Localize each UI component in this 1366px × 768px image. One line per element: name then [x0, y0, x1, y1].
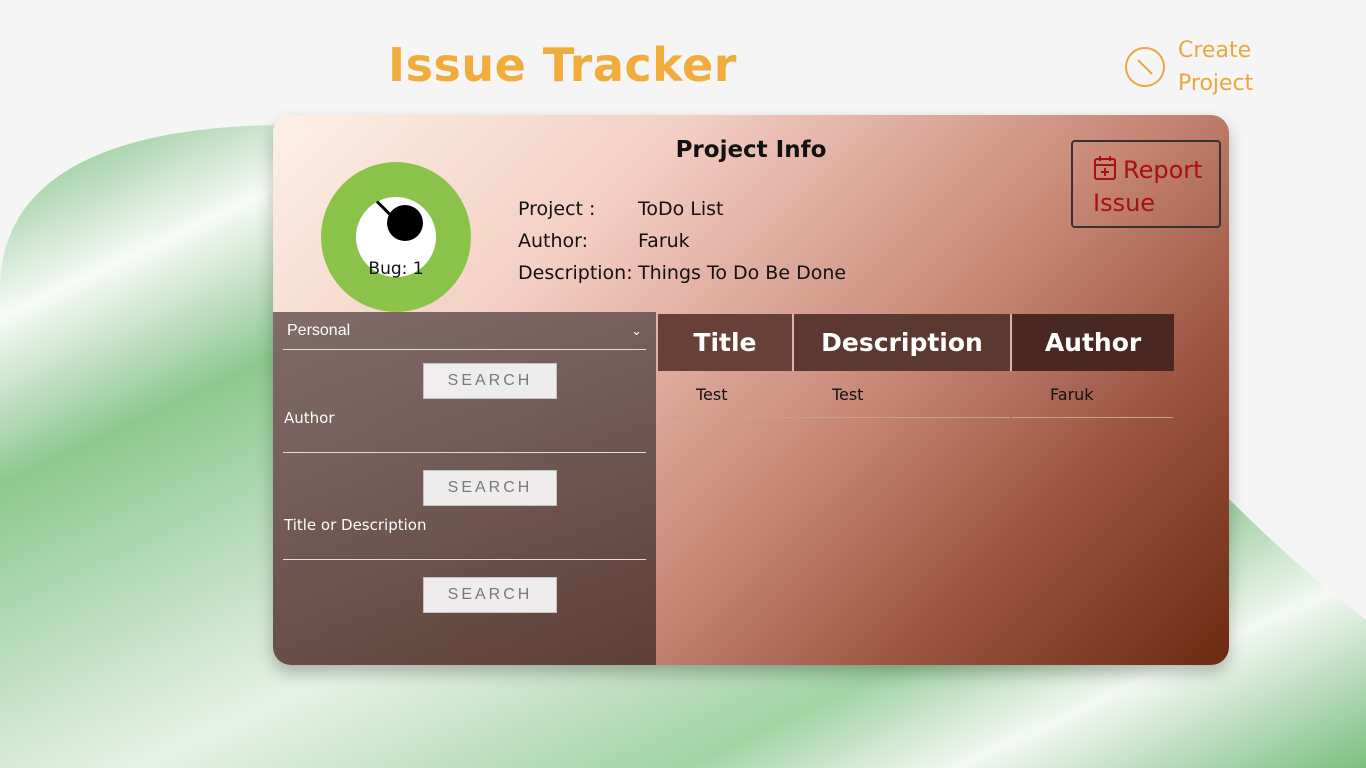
- circle-slash-icon: [1125, 47, 1165, 87]
- create-project-button[interactable]: Create Project: [1124, 34, 1268, 100]
- info-row-description: Description: Things To Do Be Done: [518, 257, 846, 289]
- calendar-plus-icon: [1094, 156, 1116, 180]
- author-filter-input[interactable]: [283, 452, 646, 453]
- issues-table: Title Description Author Test Test Faruk: [658, 314, 1175, 418]
- category-select[interactable]: Personal ⌄: [283, 312, 646, 350]
- bug-count-label: Bug: 1: [368, 259, 424, 279]
- table-header-row: Title Description Author: [658, 314, 1174, 371]
- project-info-rows: Project : ToDo List Author: Faruk Descri…: [518, 193, 846, 289]
- table-row[interactable]: Test Test Faruk: [658, 371, 1174, 418]
- column-header-description[interactable]: Description: [792, 314, 1013, 371]
- info-value: ToDo List: [638, 198, 724, 220]
- info-key: Author:: [518, 230, 589, 252]
- bug-gauge: Bug: 1: [321, 162, 471, 312]
- gauge-knob: [387, 205, 423, 241]
- info-row-project: Project : ToDo List: [518, 193, 846, 225]
- info-value: Things To Do Be Done: [638, 262, 847, 284]
- report-issue-button[interactable]: Report Issue: [1071, 140, 1221, 228]
- info-value: Faruk: [638, 230, 690, 252]
- title-desc-filter-label: Title or Description: [284, 516, 427, 534]
- cell-author: Faruk: [1011, 371, 1174, 418]
- cell-description: Test: [792, 371, 1012, 418]
- search-author-button[interactable]: SEARCH: [423, 470, 557, 506]
- chevron-down-icon: ⌄: [631, 323, 642, 338]
- column-header-title[interactable]: Title: [658, 314, 794, 371]
- cell-title: Test: [658, 371, 793, 418]
- info-key: Project :: [518, 198, 596, 220]
- author-filter-label: Author: [284, 409, 335, 427]
- project-card: Project Info Bug: 1 Project : ToDo List …: [273, 115, 1229, 665]
- search-title-desc-button[interactable]: SEARCH: [423, 577, 557, 613]
- create-project-label: Create Project: [1178, 38, 1254, 96]
- category-select-value: Personal: [287, 322, 351, 339]
- column-header-author[interactable]: Author: [1011, 314, 1174, 371]
- info-row-author: Author: Faruk: [518, 225, 846, 257]
- app-title: Issue Tracker: [388, 38, 737, 92]
- title-desc-filter-input[interactable]: [283, 559, 646, 560]
- filter-panel: Personal ⌄ SEARCH Author SEARCH Title or…: [273, 312, 656, 665]
- search-category-button[interactable]: SEARCH: [423, 363, 557, 399]
- info-key: Description:: [518, 262, 633, 284]
